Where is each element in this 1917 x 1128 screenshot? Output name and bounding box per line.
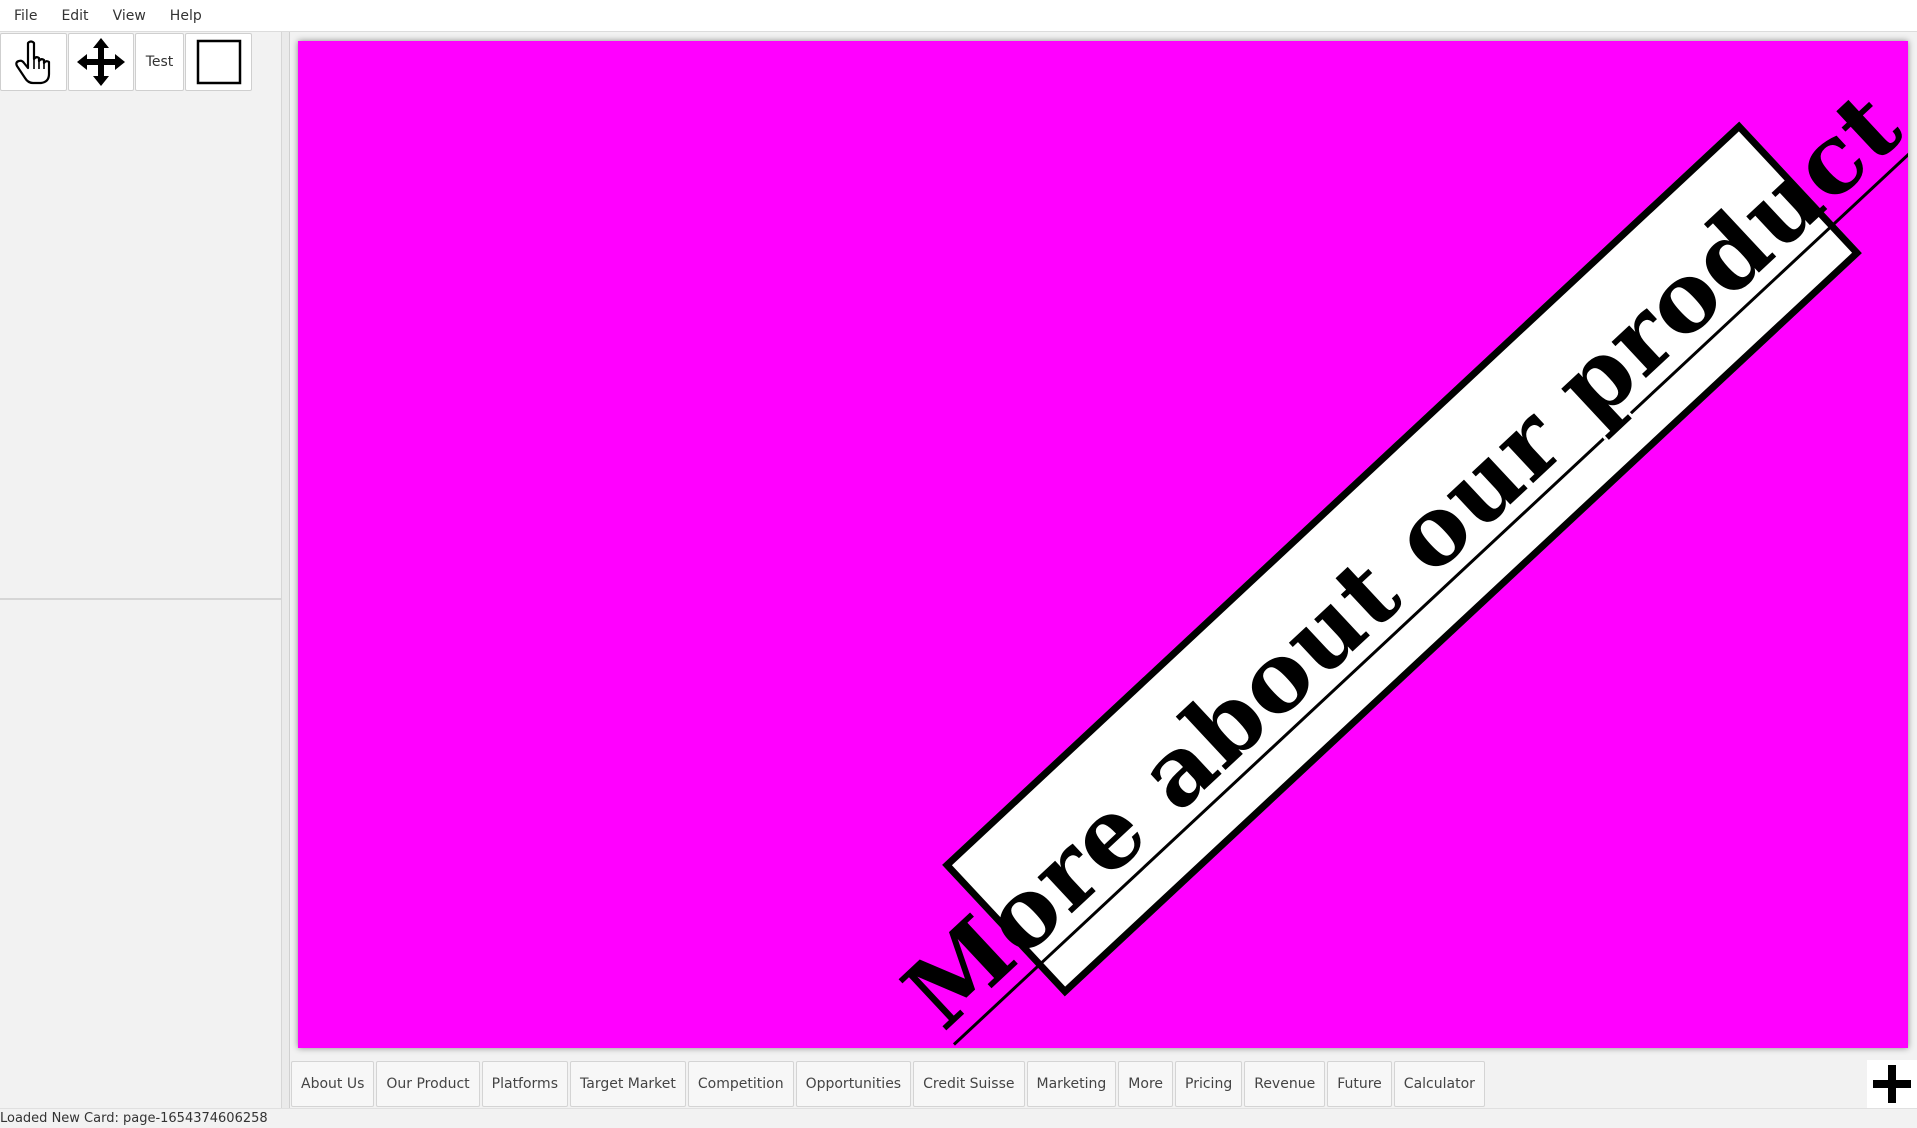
card-tab-bar: About Us Our Product Platforms Target Ma…: [290, 1060, 1917, 1108]
banner-text: More about our product: [881, 68, 1908, 1048]
rectangle-tool-button[interactable]: [185, 33, 252, 91]
hand-tool-button[interactable]: [0, 33, 67, 91]
move-arrows-icon: [77, 38, 125, 86]
tab-calculator[interactable]: Calculator: [1393, 1061, 1485, 1107]
test-button-label: Test: [145, 54, 174, 70]
tab-revenue[interactable]: Revenue: [1244, 1061, 1326, 1107]
test-button[interactable]: Test: [135, 33, 184, 91]
tab-platforms[interactable]: Platforms: [481, 1061, 568, 1107]
tab-about-us[interactable]: About Us: [291, 1061, 375, 1107]
banner-shape[interactable]: More about our product: [882, 68, 1908, 1048]
menu-edit[interactable]: Edit: [49, 0, 100, 32]
tab-more[interactable]: More: [1118, 1061, 1174, 1107]
status-bar: Loaded New Card: page-1654374606258: [0, 1108, 1917, 1128]
sidebar-divider: [0, 598, 282, 600]
panel-splitter[interactable]: [282, 32, 290, 1108]
tab-target-market[interactable]: Target Market: [570, 1061, 686, 1107]
tab-our-product[interactable]: Our Product: [376, 1061, 480, 1107]
hand-pointer-icon: [14, 40, 50, 85]
tab-pricing[interactable]: Pricing: [1175, 1061, 1243, 1107]
move-tool-button[interactable]: [68, 33, 134, 91]
menu-view[interactable]: View: [101, 0, 158, 32]
tab-future[interactable]: Future: [1327, 1061, 1392, 1107]
menu-file[interactable]: File: [0, 0, 49, 32]
rectangle-icon: [196, 39, 241, 85]
status-message: Loaded New Card: page-1654374606258: [0, 1111, 268, 1126]
plus-icon: [1873, 1065, 1911, 1103]
tab-opportunities[interactable]: Opportunities: [795, 1061, 912, 1107]
tab-marketing[interactable]: Marketing: [1026, 1061, 1117, 1107]
tab-credit-suisse[interactable]: Credit Suisse: [913, 1061, 1025, 1107]
sidebar-panel: [0, 32, 282, 1108]
tab-competition[interactable]: Competition: [687, 1061, 794, 1107]
add-card-button[interactable]: [1867, 1060, 1917, 1108]
menu-help[interactable]: Help: [158, 0, 214, 32]
menu-bar: File Edit View Help: [0, 0, 1917, 32]
card-canvas[interactable]: More about our product: [298, 41, 1908, 1048]
